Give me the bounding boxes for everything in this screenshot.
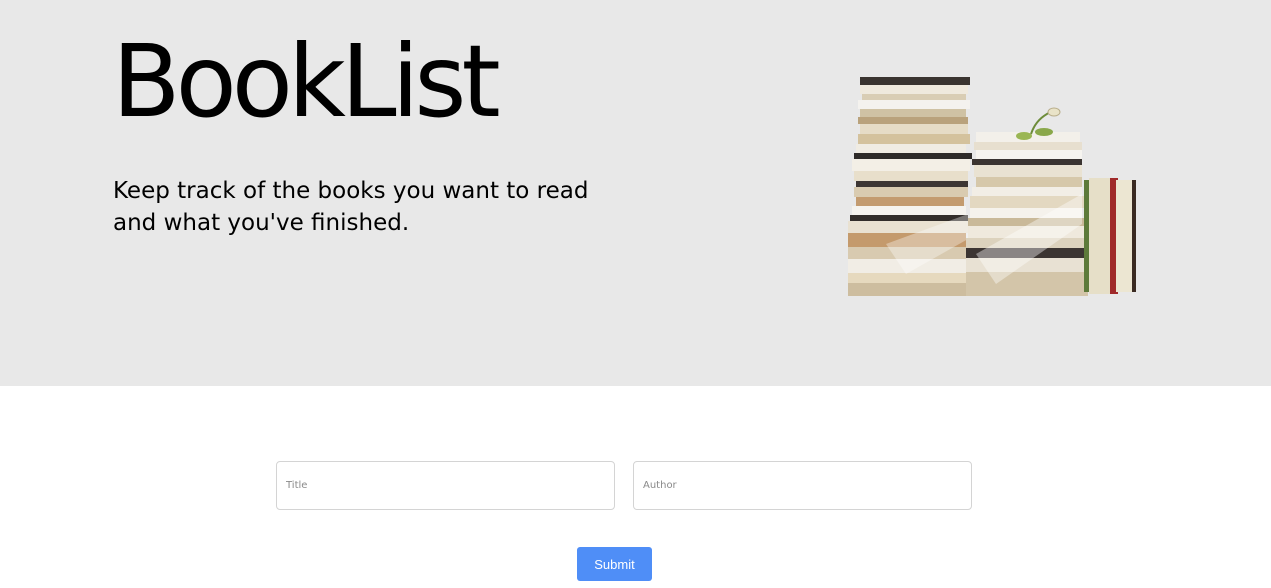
hero-tagline: Keep track of the books you want to read… <box>113 178 589 236</box>
right-book-stack <box>1084 178 1136 294</box>
submit-button[interactable]: Submit <box>577 547 652 581</box>
left-book-stack <box>848 77 972 296</box>
title-input[interactable] <box>276 461 615 510</box>
hero-banner: BookList Keep track of the books you wan… <box>0 0 1271 386</box>
middle-book-stack <box>966 107 1088 296</box>
author-input[interactable] <box>633 461 972 510</box>
page-title: BookList <box>112 23 501 140</box>
stacked-books-image <box>848 77 1136 296</box>
